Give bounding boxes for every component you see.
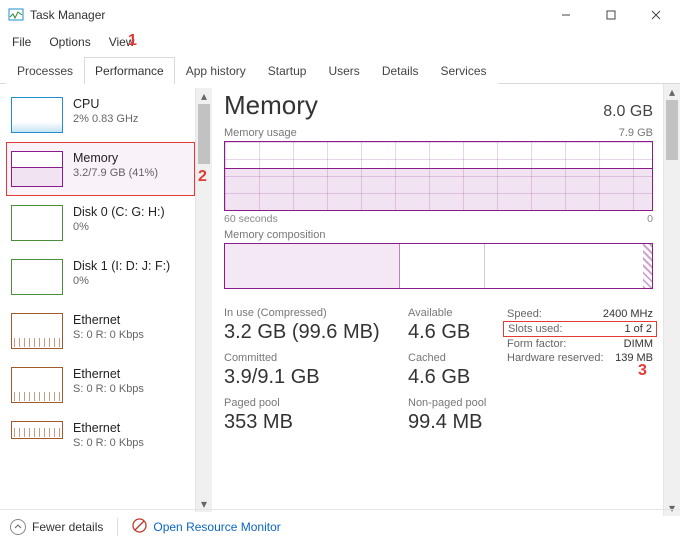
menu-view[interactable]: View	[101, 33, 143, 51]
memory-capacity: 8.0 GB	[603, 103, 653, 121]
inuse-value: 3.2 GB (99.6 MB)	[224, 321, 394, 344]
sidebar-item-label: Disk 0 (C: G: H:)	[73, 205, 165, 219]
sidebar-item-label: Memory	[73, 151, 158, 165]
tab-apphistory[interactable]: App history	[175, 57, 257, 84]
sidebar-item-memory[interactable]: Memory 3.2/7.9 GB (41%)	[6, 142, 195, 196]
memory-usage-graph	[224, 141, 653, 211]
chevron-up-icon[interactable]: ▴	[196, 88, 212, 104]
sidebar-item-label: Disk 1 (I: D: J: F:)	[73, 259, 170, 273]
divider	[117, 518, 118, 536]
fewer-details-label: Fewer details	[32, 520, 103, 534]
sidebar-item-sub: 2% 0.83 GHz	[73, 113, 138, 125]
cached-label: Cached	[408, 352, 493, 364]
scrollbar-thumb[interactable]	[198, 104, 210, 164]
usage-graph-max: 7.9 GB	[619, 127, 653, 139]
chevron-up-icon[interactable]: ▴	[664, 84, 680, 100]
paged-value: 353 MB	[224, 411, 394, 434]
tabbar: Processes Performance App history Startu…	[0, 54, 680, 84]
sidebar-item-label: CPU	[73, 97, 138, 111]
detail-row: Hardware reserved:139 MB	[507, 351, 653, 365]
x-axis-right: 0	[647, 213, 653, 225]
titlebar: Task Manager	[0, 0, 680, 30]
available-value: 4.6 GB	[408, 321, 493, 344]
sidebar-item-sub: S: 0 R: 0 Kbps	[73, 437, 144, 449]
minimize-button[interactable]	[543, 1, 588, 29]
chevron-up-icon	[10, 519, 26, 535]
menubar: File Options View	[0, 30, 680, 54]
eth-thumb-icon	[11, 421, 63, 439]
footer: Fewer details Open Resource Monitor	[0, 509, 680, 543]
window-title: Task Manager	[30, 8, 543, 22]
close-button[interactable]	[633, 1, 678, 29]
detail-row: Speed:2400 MHz	[507, 307, 653, 321]
page-title: Memory	[224, 90, 318, 121]
taskmgr-icon	[8, 7, 24, 23]
sidebar-item-label: Ethernet	[73, 313, 144, 327]
sidebar-item-ethernet[interactable]: Ethernet S: 0 R: 0 Kbps	[6, 304, 195, 358]
composition-label: Memory composition	[224, 229, 325, 241]
tab-startup[interactable]: Startup	[257, 57, 318, 84]
detail-row-slots: Slots used:1 of 2	[503, 321, 657, 337]
sidebar-item-label: Ethernet	[73, 421, 144, 435]
memory-composition-graph	[224, 243, 653, 289]
available-label: Available	[408, 307, 493, 319]
sidebar-item-sub: 0%	[73, 275, 170, 287]
main-panel: Memory 8.0 GB Memory usage 7.9 GB 60 sec…	[214, 84, 680, 516]
memory-thumb-icon	[11, 151, 63, 187]
sidebar-item-disk0[interactable]: Disk 0 (C: G: H:) 0%	[6, 196, 195, 250]
nonpaged-value: 99.4 MB	[408, 411, 493, 434]
disk-thumb-icon	[11, 259, 63, 295]
eth-thumb-icon	[11, 313, 63, 349]
main-scrollbar[interactable]: ▴ ▾	[663, 84, 680, 516]
sidebar-item-disk1[interactable]: Disk 1 (I: D: J: F:) 0%	[6, 250, 195, 304]
tab-processes[interactable]: Processes	[6, 57, 84, 84]
nonpaged-label: Non-paged pool	[408, 397, 493, 409]
sidebar-item-sub: S: 0 R: 0 Kbps	[73, 383, 144, 395]
tab-users[interactable]: Users	[317, 57, 370, 84]
detail-row: Form factor:DIMM	[507, 337, 653, 351]
disk-thumb-icon	[11, 205, 63, 241]
orm-label: Open Resource Monitor	[153, 520, 280, 534]
tab-performance[interactable]: Performance	[84, 57, 175, 84]
eth-thumb-icon	[11, 367, 63, 403]
resource-monitor-icon	[132, 518, 147, 536]
sidebar-item-cpu[interactable]: CPU 2% 0.83 GHz	[6, 88, 195, 142]
sidebar-list: CPU 2% 0.83 GHz Memory 3.2/7.9 GB (41%) …	[6, 88, 195, 512]
sidebar: CPU 2% 0.83 GHz Memory 3.2/7.9 GB (41%) …	[0, 84, 214, 516]
x-axis-left: 60 seconds	[224, 213, 278, 225]
tab-details[interactable]: Details	[371, 57, 430, 84]
menu-file[interactable]: File	[4, 33, 39, 51]
inuse-label: In use (Compressed)	[224, 307, 394, 319]
usage-graph-label: Memory usage	[224, 127, 297, 139]
sidebar-item-sub: S: 0 R: 0 Kbps	[73, 329, 144, 341]
paged-label: Paged pool	[224, 397, 394, 409]
menu-options[interactable]: Options	[41, 33, 98, 51]
sidebar-item-label: Ethernet	[73, 367, 144, 381]
sidebar-scrollbar[interactable]: ▴ ▾	[195, 88, 212, 512]
committed-label: Committed	[224, 352, 394, 364]
scrollbar-thumb[interactable]	[666, 100, 678, 160]
sidebar-item-sub: 0%	[73, 221, 165, 233]
memory-stats: In use (Compressed) 3.2 GB (99.6 MB) Com…	[224, 307, 653, 434]
sidebar-item-sub: 3.2/7.9 GB (41%)	[73, 167, 158, 179]
cached-value: 4.6 GB	[408, 366, 493, 389]
sidebar-item-ethernet[interactable]: Ethernet S: 0 R: 0 Kbps	[6, 412, 195, 450]
tab-services[interactable]: Services	[430, 57, 498, 84]
maximize-button[interactable]	[588, 1, 633, 29]
committed-value: 3.9/9.1 GB	[224, 366, 394, 389]
open-resource-monitor-link[interactable]: Open Resource Monitor	[132, 518, 280, 536]
content: CPU 2% 0.83 GHz Memory 3.2/7.9 GB (41%) …	[0, 84, 680, 516]
cpu-thumb-icon	[11, 97, 63, 133]
sidebar-item-ethernet[interactable]: Ethernet S: 0 R: 0 Kbps	[6, 358, 195, 412]
fewer-details-button[interactable]: Fewer details	[10, 519, 103, 535]
